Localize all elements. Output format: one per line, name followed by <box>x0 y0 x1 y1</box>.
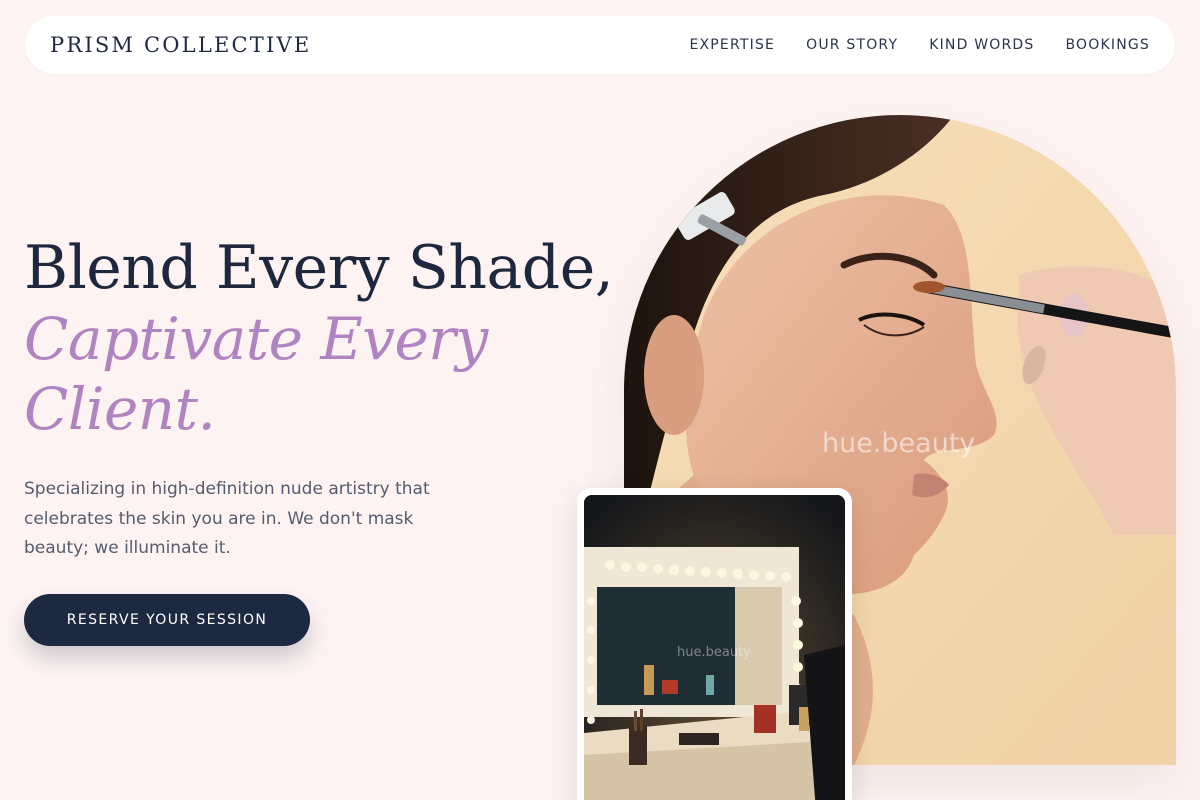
hero-heading: Blend Every Shade, Captivate Every Clien… <box>24 232 614 444</box>
hero-description: Specializing in high-definition nude art… <box>24 479 430 558</box>
nav-link-expertise[interactable]: EXPERTISE <box>689 37 775 53</box>
vanity-mirror-photo: hue.beauty <box>584 495 845 800</box>
nav-links: EXPERTISE OUR STORY KIND WORDS BOOKINGS <box>689 37 1150 53</box>
vanity-image-card: hue.beauty <box>577 488 852 800</box>
hero-heading-line-2: Captivate Every Client. <box>24 305 488 443</box>
nav-link-bookings[interactable]: BOOKINGS <box>1065 37 1150 53</box>
nav-link-kind-words[interactable]: KIND WORDS <box>929 37 1034 53</box>
vanity-mirror-illustration <box>584 495 845 800</box>
nav-link-our-story[interactable]: OUR STORY <box>806 37 898 53</box>
reserve-session-button[interactable]: RESERVE YOUR SESSION <box>24 594 310 646</box>
brand-logo[interactable]: PRISM COLLECTIVE <box>50 33 311 57</box>
hero-heading-line-1: Blend Every Shade, <box>24 233 614 303</box>
top-nav: PRISM COLLECTIVE EXPERTISE OUR STORY KIN… <box>25 16 1175 74</box>
